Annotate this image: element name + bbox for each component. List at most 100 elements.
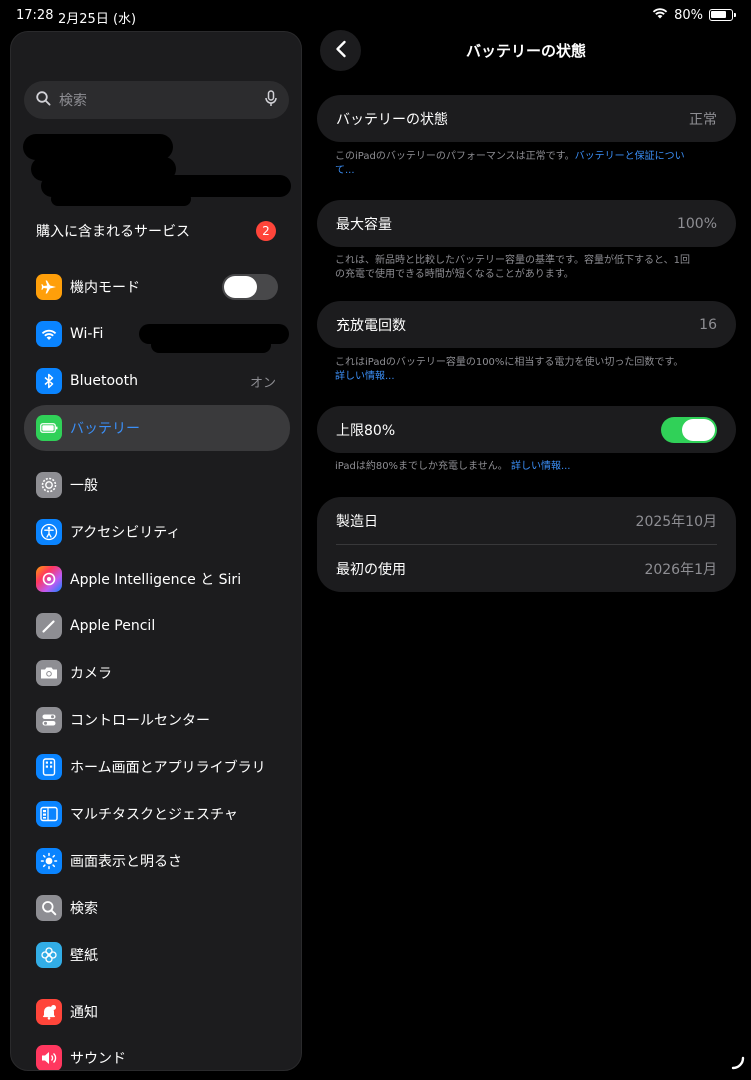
manufacture-date-value: 2025年10月 (635, 513, 717, 530)
sidebar-item-label: 一般 (70, 478, 98, 494)
wallpaper-icon (36, 942, 62, 968)
redacted-network-name-2 (151, 337, 271, 353)
charge-limit-card: 上限80% (317, 406, 736, 453)
cycle-count-note-text: これはiPadのバッテリー容量の100%に相当する電力を使い切った回数です。 (335, 357, 684, 368)
cycle-count-value: 16 (699, 316, 717, 333)
max-capacity-label: 最大容量 (336, 216, 392, 233)
sidebar-item-label: Bluetooth (70, 373, 138, 389)
sidebar-item-label: アクセシビリティ (70, 525, 181, 541)
sidebar: 検索 購入に含まれるサービス 2 機内モード Wi-Fi Bluetooth オ… (10, 31, 302, 1071)
brightness-icon (36, 848, 62, 874)
home-screen-icon (36, 754, 62, 780)
sidebar-item-label: コントロールセンター (70, 713, 210, 729)
cycle-count-more-info-link[interactable]: 詳しい情報... (335, 371, 395, 382)
microphone-icon[interactable] (265, 89, 277, 111)
first-use-row: 最初の使用 2026年1月 (317, 545, 736, 592)
sidebar-item-airplane[interactable]: 機内モード (24, 264, 290, 310)
battery-health-note-text: このiPadのバッテリーのパフォーマンスは正常です。 (335, 151, 575, 162)
control-center-icon (36, 707, 62, 733)
chevron-left-icon (335, 40, 347, 62)
sidebar-item-sounds[interactable]: サウンド (24, 1035, 290, 1070)
sidebar-item-camera[interactable]: カメラ (24, 650, 290, 696)
page-title: バッテリーの状態 (465, 42, 586, 60)
wifi-icon (36, 321, 62, 347)
sidebar-item-label: ホーム画面とアプリライブラリ (70, 760, 266, 776)
purchased-services-label: 購入に含まれるサービス (36, 224, 190, 240)
status-date: 2月25日 (水) (58, 12, 137, 27)
search-placeholder: 検索 (59, 93, 87, 109)
bluetooth-icon (36, 368, 62, 394)
resize-corner-indicator (731, 1055, 745, 1074)
gear-icon (36, 472, 62, 498)
first-use-label: 最初の使用 (336, 561, 406, 578)
sidebar-item-search[interactable]: 検索 (24, 885, 290, 931)
max-capacity-row: 最大容量 100% (317, 200, 736, 247)
charge-limit-label: 上限80% (336, 422, 396, 439)
sidebar-item-label: マルチタスクとジェスチャ (70, 807, 238, 823)
sidebar-item-wallpaper[interactable]: 壁紙 (24, 932, 290, 978)
sidebar-item-label: カメラ (70, 666, 112, 682)
notification-badge: 2 (256, 221, 276, 241)
cycle-count-label: 充放電回数 (336, 317, 406, 334)
sidebar-item-notifications[interactable]: 通知 (24, 989, 290, 1035)
search-icon (36, 895, 62, 921)
sidebar-item-label: 画面表示と明るさ (70, 854, 182, 870)
max-capacity-card: 最大容量 100% (317, 200, 736, 247)
sidebar-item-label: Apple Pencil (70, 618, 156, 634)
wifi-status-icon (652, 7, 668, 23)
sidebar-item-label: 通知 (70, 1005, 98, 1021)
sidebar-item-apple-intelligence-siri[interactable]: Apple Intelligence と Siri (24, 556, 290, 602)
charge-limit-row[interactable]: 上限80% (317, 406, 736, 453)
status-time: 17:28 (16, 8, 54, 23)
sidebar-item-battery[interactable]: バッテリー (24, 405, 290, 451)
sidebar-item-label: 検索 (70, 901, 98, 917)
manufacture-date-row: 製造日 2025年10月 (317, 497, 736, 544)
search-icon (36, 90, 51, 110)
battery-health-label: バッテリーの状態 (336, 111, 448, 128)
multitasking-icon (36, 801, 62, 827)
battery-health-card: バッテリーの状態 正常 (317, 95, 736, 142)
battery-status-icon (709, 9, 736, 21)
sidebar-item-general[interactable]: 一般 (24, 462, 290, 508)
sidebar-item-label: 壁紙 (70, 948, 98, 964)
battery-dates-card: 製造日 2025年10月 最初の使用 2026年1月 (317, 497, 736, 592)
manufacture-date-label: 製造日 (336, 513, 378, 530)
sidebar-item-display-brightness[interactable]: 画面表示と明るさ (24, 838, 290, 884)
airplane-mode-toggle[interactable] (222, 274, 278, 300)
bluetooth-status-value: オン (249, 375, 276, 391)
sidebar-item-control-center[interactable]: コントロールセンター (24, 697, 290, 743)
sidebar-item-label: 機内モード (70, 280, 140, 296)
notifications-icon (36, 999, 62, 1025)
first-use-value: 2026年1月 (644, 561, 717, 578)
max-capacity-value: 100% (676, 215, 717, 232)
search-field[interactable]: 検索 (24, 81, 289, 119)
charge-limit-note: iPadは約80%までしか充電しません。 詳しい情報... (335, 460, 695, 474)
cycle-count-row: 充放電回数 16 (317, 301, 736, 348)
sidebar-item-bluetooth[interactable]: Bluetooth オン (24, 358, 290, 404)
sidebar-item-multitasking[interactable]: マルチタスクとジェスチャ (24, 791, 290, 837)
battery-percent: 80% (674, 7, 703, 23)
airplane-icon (36, 274, 62, 300)
sidebar-item-home-screen[interactable]: ホーム画面とアプリライブラリ (24, 744, 290, 790)
camera-icon (36, 660, 62, 686)
battery-health-value: 正常 (689, 111, 717, 128)
battery-health-row[interactable]: バッテリーの状態 正常 (317, 95, 736, 142)
pencil-icon (36, 613, 62, 639)
max-capacity-note: これは、新品時と比較したバッテリー容量の基準です。容量が低下すると、1回の充電で… (335, 255, 690, 280)
sound-icon (36, 1045, 62, 1070)
purchased-services-row[interactable]: 購入に含まれるサービス 2 (24, 208, 290, 254)
sidebar-item-apple-pencil[interactable]: Apple Pencil (24, 603, 290, 649)
battery-health-note: このiPadのバッテリーのパフォーマンスは正常です。バッテリーと保証について..… (335, 150, 695, 178)
apple-intelligence-icon (36, 566, 62, 592)
battery-icon (36, 415, 62, 441)
charge-limit-toggle[interactable] (661, 416, 717, 443)
accessibility-icon (36, 519, 62, 545)
charge-limit-more-info-link[interactable]: 詳しい情報... (511, 461, 571, 472)
cycle-count-note: これはiPadのバッテリー容量の100%に相当する電力を使い切った回数です。 詳… (335, 356, 695, 384)
status-bar: 17:28 2月25日 (水) 80% (0, 0, 751, 30)
sidebar-item-label: サウンド (70, 1051, 126, 1067)
charge-limit-note-text: iPadは約80%までしか充電しません。 (335, 461, 508, 472)
sidebar-item-label: バッテリー (70, 421, 140, 437)
sidebar-item-accessibility[interactable]: アクセシビリティ (24, 509, 290, 555)
back-button[interactable] (320, 30, 361, 71)
